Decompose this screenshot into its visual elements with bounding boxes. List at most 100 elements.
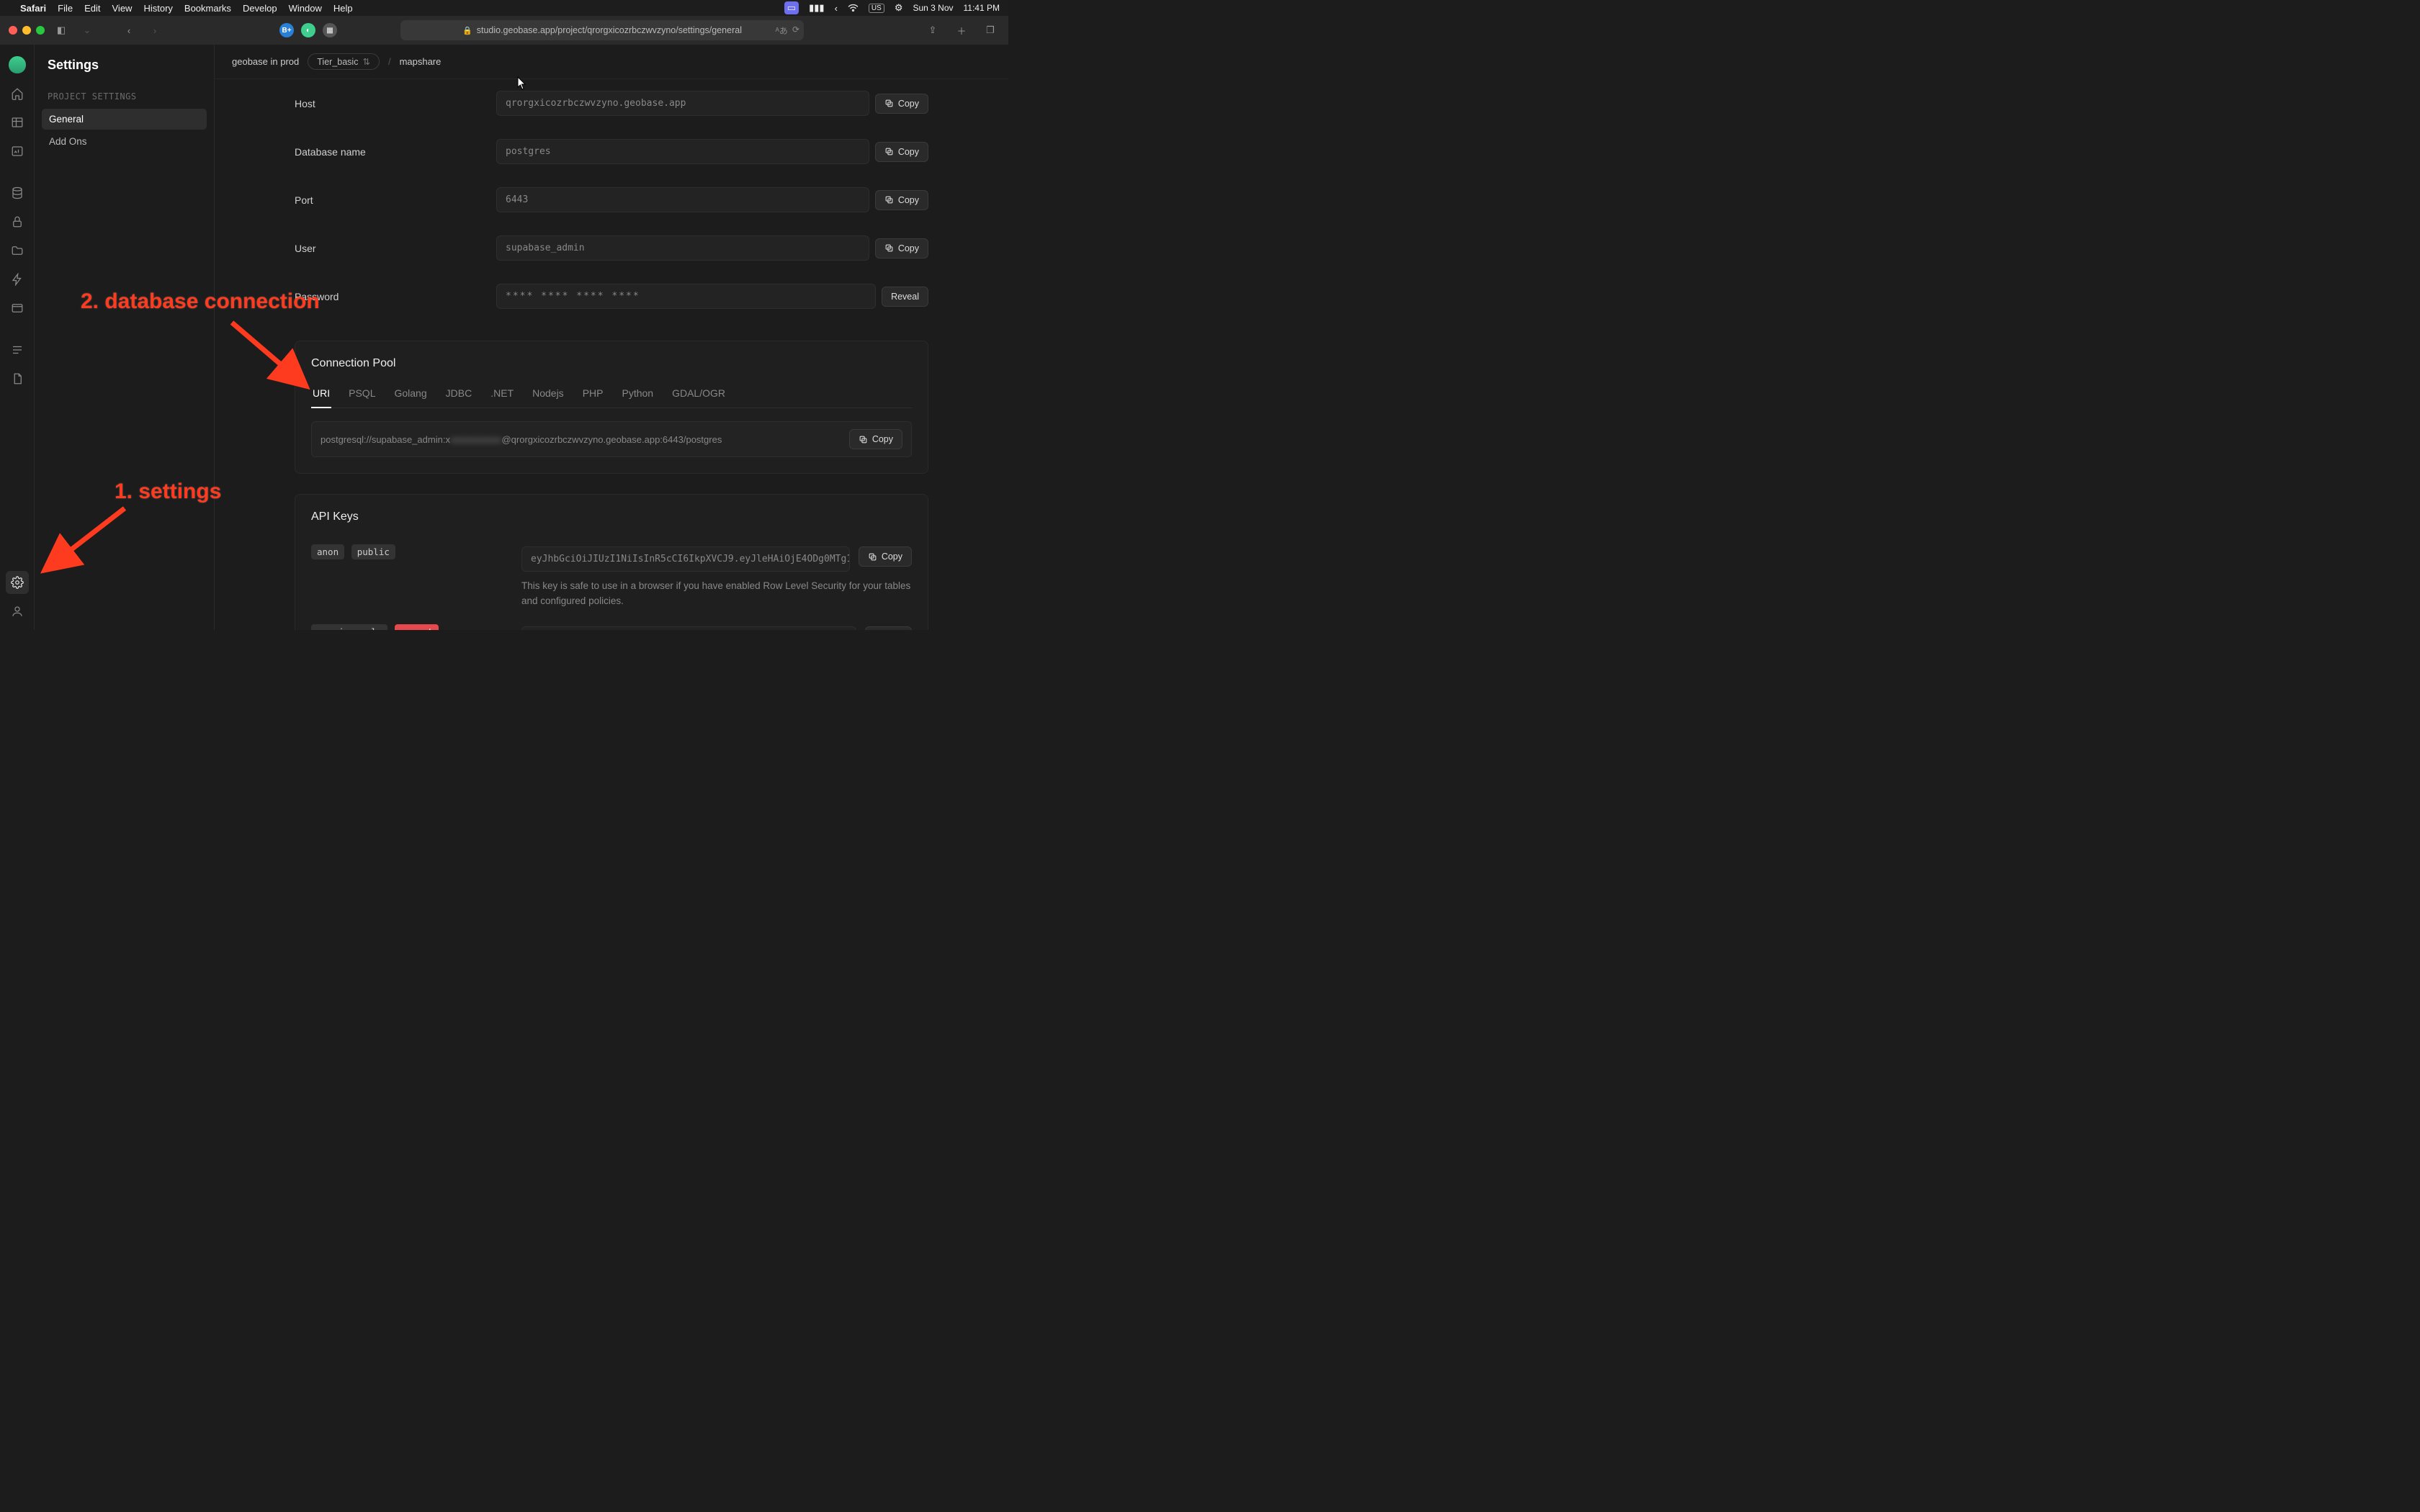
- input-locale[interactable]: US: [869, 4, 884, 13]
- tier-pill[interactable]: Tier_basic⇅: [308, 53, 380, 70]
- realtime-icon[interactable]: [6, 297, 29, 320]
- sidebar-item-addons[interactable]: Add Ons: [42, 131, 207, 152]
- tab-uri[interactable]: URI: [311, 383, 331, 408]
- menubar-date[interactable]: Sun 3 Nov: [913, 3, 953, 13]
- menubar-app-name[interactable]: Safari: [20, 3, 46, 14]
- service-key-value[interactable]: **** **** **** ****: [521, 626, 856, 630]
- breadcrumb: geobase in prod Tier_basic⇅ / mapshare: [215, 45, 1008, 79]
- tab-jdbc[interactable]: JDBC: [444, 383, 474, 408]
- menu-item[interactable]: History: [143, 3, 172, 14]
- host-value[interactable]: qrorgxicozrbczwvzyno.geobase.app: [496, 91, 869, 116]
- tab-psql[interactable]: PSQL: [347, 383, 377, 408]
- sql-editor-icon[interactable]: [6, 140, 29, 163]
- badge-public: public: [351, 544, 395, 559]
- tab-gdal[interactable]: GDAL/OGR: [671, 383, 727, 408]
- menubar-left: Safari File Edit View History Bookmarks …: [9, 3, 353, 14]
- logo-icon[interactable]: [6, 53, 29, 76]
- chevron-left-icon[interactable]: ‹: [835, 3, 838, 14]
- dbname-value[interactable]: postgres: [496, 139, 869, 164]
- tab-php[interactable]: PHP: [581, 383, 605, 408]
- account-icon[interactable]: [6, 600, 29, 623]
- macos-menubar: Safari File Edit View History Bookmarks …: [0, 0, 1008, 16]
- sidebar-title: Settings: [42, 58, 207, 87]
- menu-item[interactable]: Help: [333, 3, 353, 14]
- port-value[interactable]: 6443: [496, 187, 869, 212]
- control-center-icon[interactable]: ⚙: [895, 2, 903, 14]
- password-value[interactable]: **** **** **** ****: [496, 284, 876, 309]
- tab-python[interactable]: Python: [620, 383, 655, 408]
- copy-button[interactable]: Copy: [875, 238, 928, 258]
- menubar-right: ▭ ▮▮▮ ‹ US ⚙ Sun 3 Nov 11:41 PM: [784, 1, 1000, 14]
- reload-icon[interactable]: ⟳: [792, 24, 799, 37]
- lock-icon: 🔒: [462, 26, 472, 35]
- field-port: Port 6443 Copy: [295, 176, 928, 224]
- menu-item[interactable]: Window: [289, 3, 322, 14]
- main-panel: geobase in prod Tier_basic⇅ / mapshare H…: [215, 45, 1008, 630]
- settings-icon[interactable]: [6, 571, 29, 594]
- breadcrumb-project[interactable]: mapshare: [400, 56, 442, 67]
- new-tab-icon[interactable]: ＋: [952, 21, 971, 40]
- badge-anon: anon: [311, 544, 344, 559]
- url-bar[interactable]: 🔒 studio.geobase.app/project/qrorgxicozr…: [400, 20, 804, 40]
- field-host: Host qrorgxicozrbczwvzyno.geobase.app Co…: [295, 79, 928, 127]
- copy-button[interactable]: Copy: [859, 546, 912, 567]
- copy-button[interactable]: Copy: [875, 142, 928, 162]
- field-user: User supabase_admin Copy: [295, 224, 928, 272]
- field-label: Host: [295, 98, 496, 109]
- menu-item[interactable]: File: [58, 3, 73, 14]
- nav-forward-icon[interactable]: ›: [145, 21, 164, 40]
- chevron-down-icon[interactable]: ⌄: [78, 21, 97, 40]
- copy-button[interactable]: Copy: [875, 190, 928, 210]
- copy-button[interactable]: Copy: [875, 94, 928, 114]
- menu-item[interactable]: Develop: [243, 3, 277, 14]
- translate-icon[interactable]: ᴬあ: [775, 24, 787, 37]
- browser-toolbar: ◧ ⌄ ‹ › B+ ◐ ▦ 🔒 studio.geobase.app/proj…: [0, 16, 1008, 45]
- database-icon[interactable]: [6, 181, 29, 204]
- reports-icon[interactable]: [6, 367, 29, 390]
- card-heading: API Keys: [311, 510, 912, 523]
- extension-icon[interactable]: ▦: [323, 23, 337, 37]
- api-key-anon: anon public eyJhbGciOiJIUzI1NiIsInR5cCI6…: [311, 536, 912, 616]
- battery-icon[interactable]: ▮▮▮: [809, 2, 824, 14]
- tab-golang[interactable]: Golang: [393, 383, 428, 408]
- reveal-button[interactable]: Reveal: [882, 287, 928, 307]
- nav-rail: [0, 45, 35, 630]
- wifi-icon[interactable]: [848, 3, 859, 14]
- edge-functions-icon[interactable]: [6, 268, 29, 291]
- menu-item[interactable]: View: [112, 3, 133, 14]
- tab-dotnet[interactable]: .NET: [489, 383, 515, 408]
- window-controls[interactable]: [9, 26, 45, 35]
- logs-icon[interactable]: [6, 338, 29, 361]
- field-dbname: Database name postgres Copy: [295, 127, 928, 176]
- stage-manager-icon[interactable]: ▭: [784, 1, 799, 14]
- anon-key-value[interactable]: eyJhbGciOiJIUzI1NiIsInR5cCI6IkpXVCJ9.eyJ…: [521, 546, 850, 572]
- reveal-button[interactable]: Reveal: [865, 626, 912, 630]
- copy-button[interactable]: Copy: [849, 429, 902, 449]
- tabs-overview-icon[interactable]: ❐: [981, 21, 1000, 40]
- breadcrumb-org[interactable]: geobase in prod: [232, 56, 299, 67]
- auth-icon[interactable]: [6, 210, 29, 233]
- sidebar-item-general[interactable]: General: [42, 109, 207, 130]
- menubar-time[interactable]: 11:41 PM: [964, 3, 1000, 13]
- sidebar-toggle-icon[interactable]: ◧: [52, 21, 71, 40]
- sidebar-section-label: PROJECT SETTINGS: [42, 87, 207, 109]
- share-icon[interactable]: ⇪: [923, 21, 942, 40]
- extension-icon[interactable]: ◐: [301, 23, 315, 37]
- badge-secret: secret: [395, 624, 439, 630]
- url-text: studio.geobase.app/project/qrorgxicozrbc…: [477, 25, 742, 35]
- menu-item[interactable]: Edit: [84, 3, 100, 14]
- field-label: Port: [295, 194, 496, 206]
- api-keys-card: API Keys anon public eyJhbGciOiJIUzI1NiI…: [295, 494, 928, 630]
- field-label: User: [295, 243, 496, 254]
- user-value[interactable]: supabase_admin: [496, 235, 869, 261]
- settings-sidebar: Settings PROJECT SETTINGS General Add On…: [35, 45, 215, 630]
- extension-icon[interactable]: B+: [279, 23, 294, 37]
- connection-uri-box[interactable]: postgresql://supabase_admin:xxxxxxxxxxxx…: [311, 421, 912, 457]
- nav-back-icon[interactable]: ‹: [120, 21, 138, 40]
- table-editor-icon[interactable]: [6, 111, 29, 134]
- home-icon[interactable]: [6, 82, 29, 105]
- field-label: Password: [295, 291, 496, 302]
- menu-item[interactable]: Bookmarks: [184, 3, 231, 14]
- storage-icon[interactable]: [6, 239, 29, 262]
- tab-nodejs[interactable]: Nodejs: [531, 383, 565, 408]
